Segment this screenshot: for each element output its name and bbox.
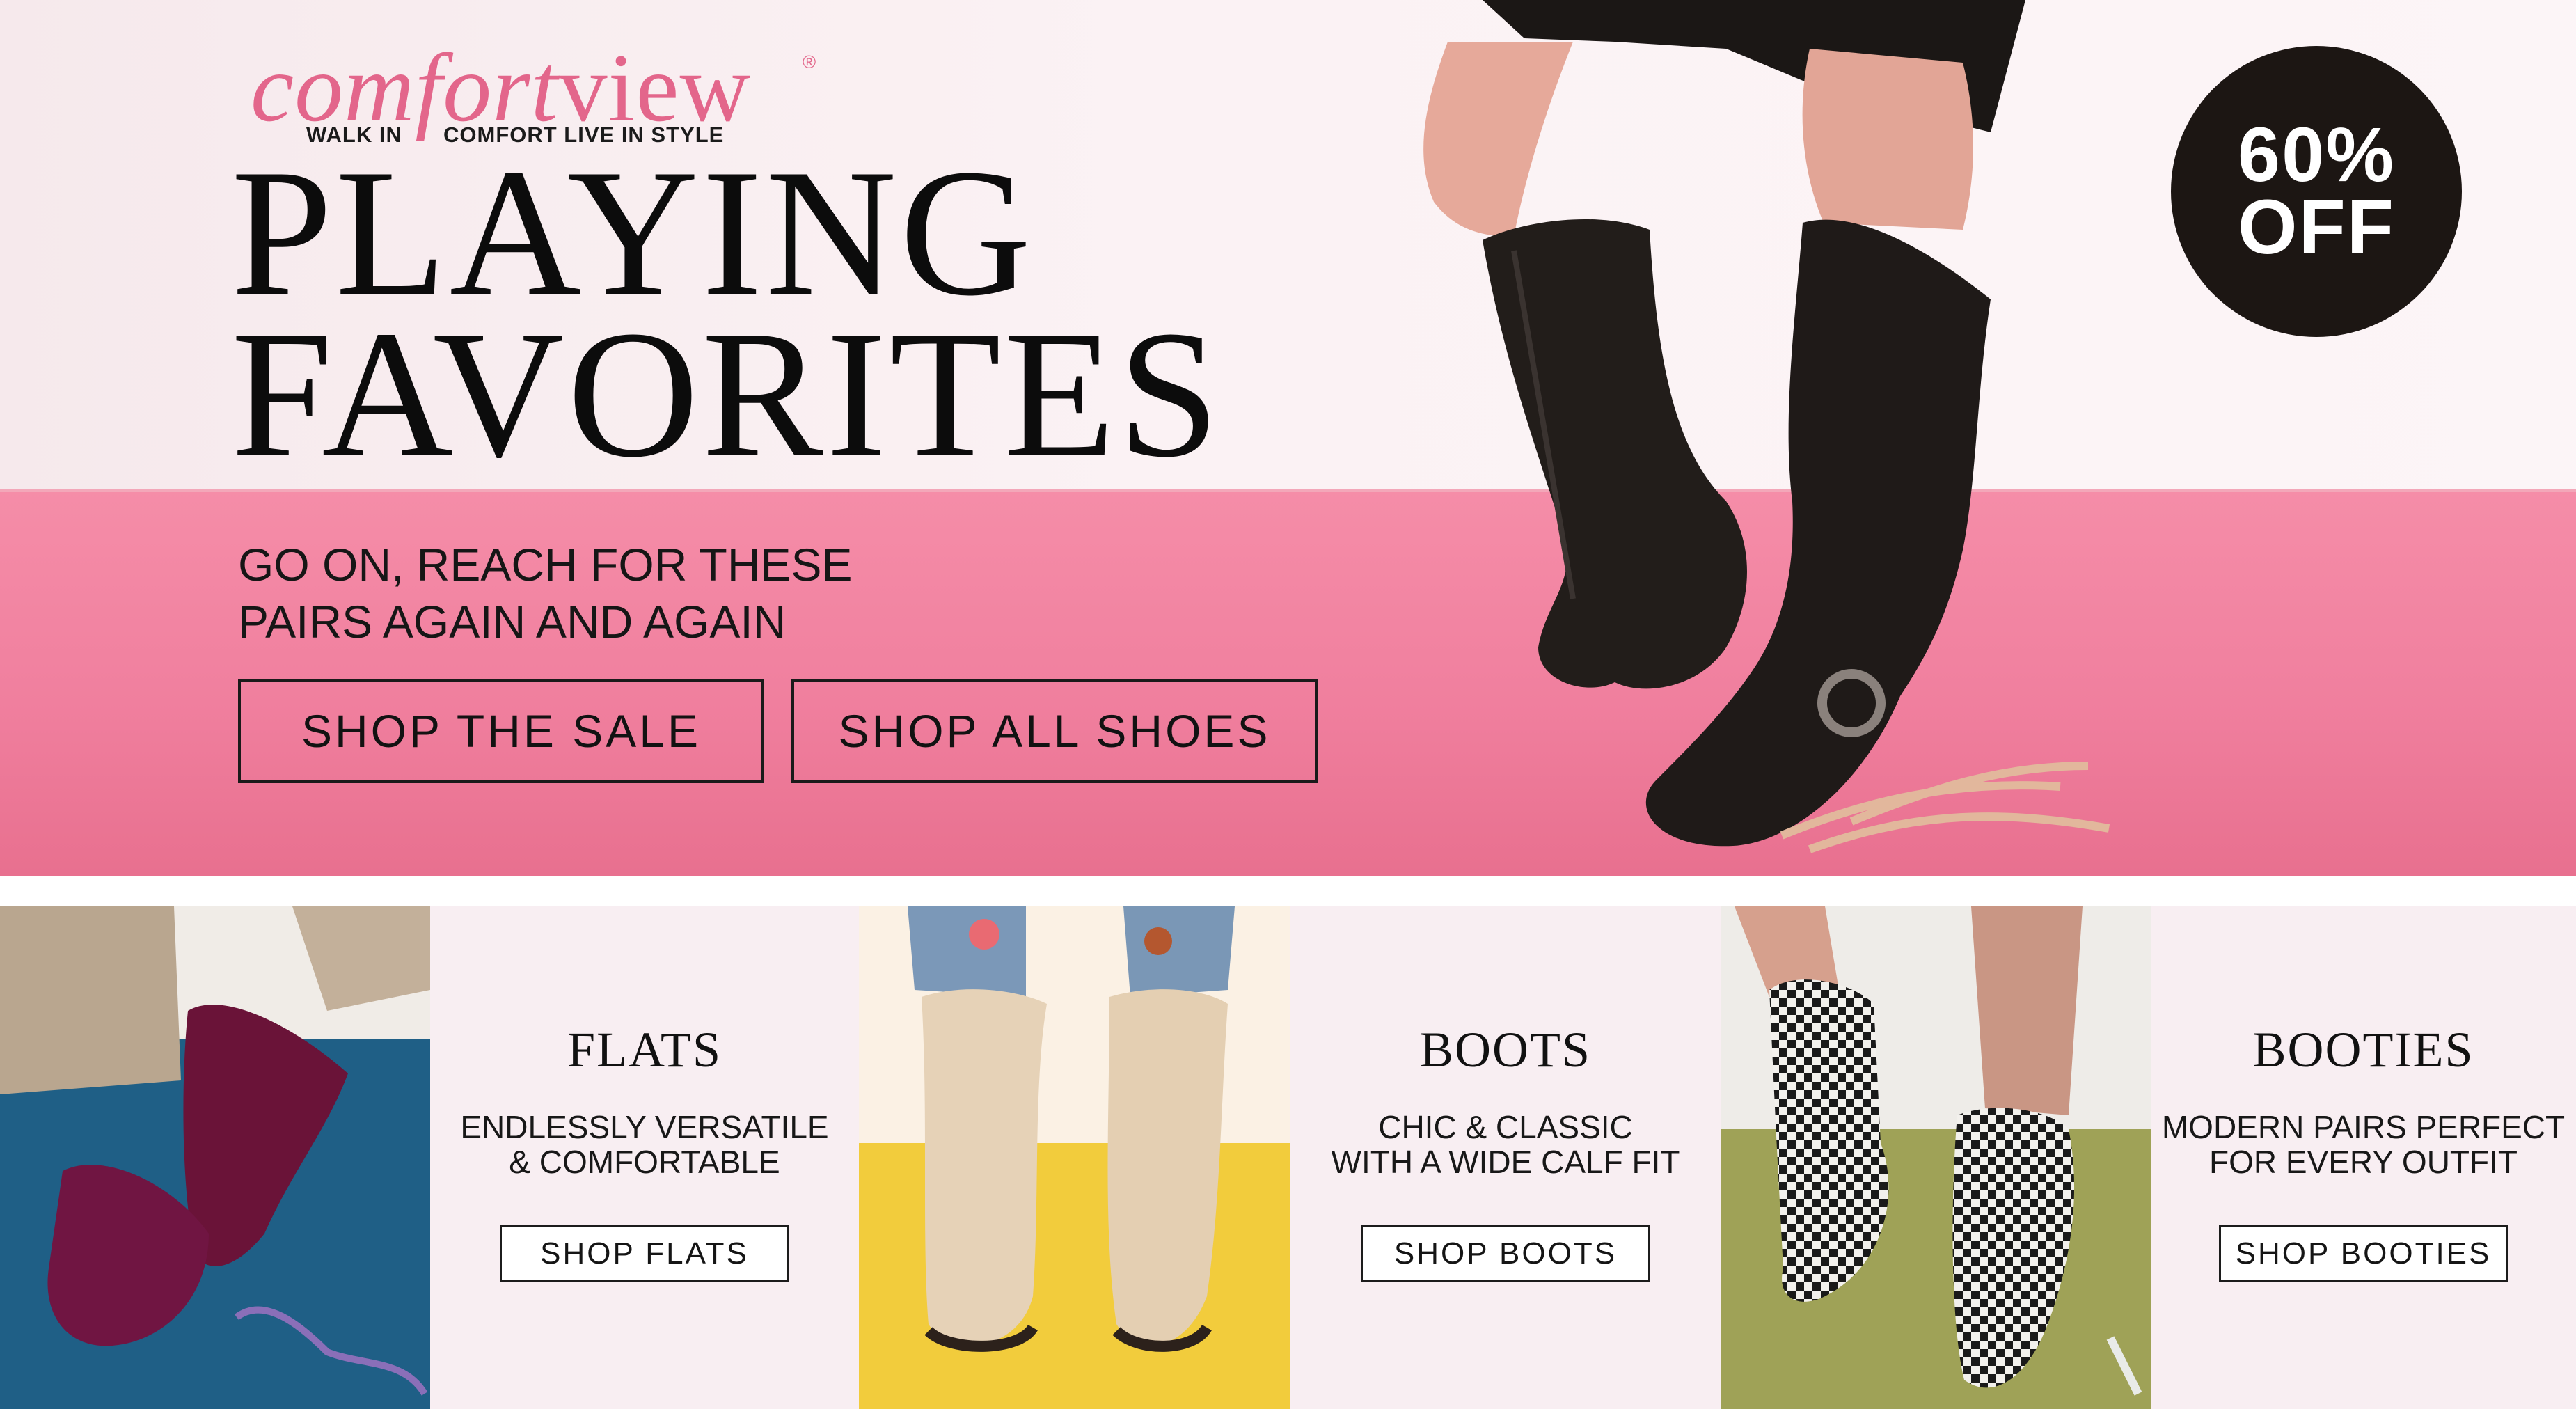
booties-description-line-1: MODERN PAIRS PERFECT [2161,1109,2566,1145]
shop-booties-button[interactable]: SHOP BOOTIES [2218,1225,2508,1282]
burgundy-flats-image [0,906,430,1409]
category-strip: FLATS ENDLESSLY VERSATILE & COMFORTABLE … [0,906,2576,1409]
flats-photo[interactable] [0,906,430,1409]
hero-headline: PLAYING FAVORITES [231,132,1222,495]
hero-headline-line-2: FAVORITES [231,293,1222,495]
houndstooth-booties-image [1721,906,2151,1409]
tan-slouch-boots-image [859,906,1290,1409]
boots-photo[interactable] [859,906,1290,1409]
hero-subcopy-line-1: GO ON, REACH FOR THESE [238,539,853,590]
shop-flats-button[interactable]: SHOP FLATS [500,1225,789,1282]
shop-all-shoes-button[interactable]: SHOP ALL SHOES [791,679,1318,783]
booties-panel: BOOTIES MODERN PAIRS PERFECT FOR EVERY O… [2151,906,2576,1409]
hero-headline-line-1: PLAYING [231,132,1034,333]
flats-description: ENDLESSLY VERSATILE & COMFORTABLE [460,1110,828,1179]
booties-title: BOOTIES [2252,1022,2474,1078]
flats-description-line-1: ENDLESSLY VERSATILE [460,1109,829,1145]
boots-title: BOOTS [1419,1022,1592,1078]
booties-description-line-2: FOR EVERY OUTFIT [2208,1144,2518,1180]
shop-the-sale-button[interactable]: SHOP THE SALE [238,679,764,783]
registered-mark: ® [803,52,816,72]
boots-panel: BOOTS CHIC & CLASSIC WITH A WIDE CALF FI… [1290,906,1721,1409]
boots-description-line-1: CHIC & CLASSIC [1378,1109,1633,1145]
boots-description: CHIC & CLASSIC WITH A WIDE CALF FIT [1332,1110,1680,1179]
hero-subcopy: GO ON, REACH FOR THESE PAIRS AGAIN AND A… [238,536,853,650]
hero-subcopy-line-2: PAIRS AGAIN AND AGAIN [238,596,787,647]
flats-description-line-2: & COMFORTABLE [509,1144,780,1180]
discount-badge-off: OFF [2238,184,2395,270]
discount-badge: 60% OFF [2171,46,2462,337]
hero-banner: comfortview ® WALK IN COMFORT LIVE IN ST… [0,0,2576,876]
hero-boots-image [1423,0,2110,853]
shop-boots-button[interactable]: SHOP BOOTS [1361,1225,1650,1282]
booties-description: MODERN PAIRS PERFECT FOR EVERY OUTFIT [2162,1110,2565,1179]
brand-logo[interactable]: comfortview ® WALK IN COMFORT LIVE IN ST… [251,36,821,148]
flats-title: FLATS [567,1022,722,1078]
boots-description-line-2: WITH A WIDE CALF FIT [1331,1144,1680,1180]
discount-badge-percent: 60% [2237,112,2396,198]
flats-panel: FLATS ENDLESSLY VERSATILE & COMFORTABLE … [430,906,859,1409]
booties-photo[interactable] [1721,906,2151,1409]
